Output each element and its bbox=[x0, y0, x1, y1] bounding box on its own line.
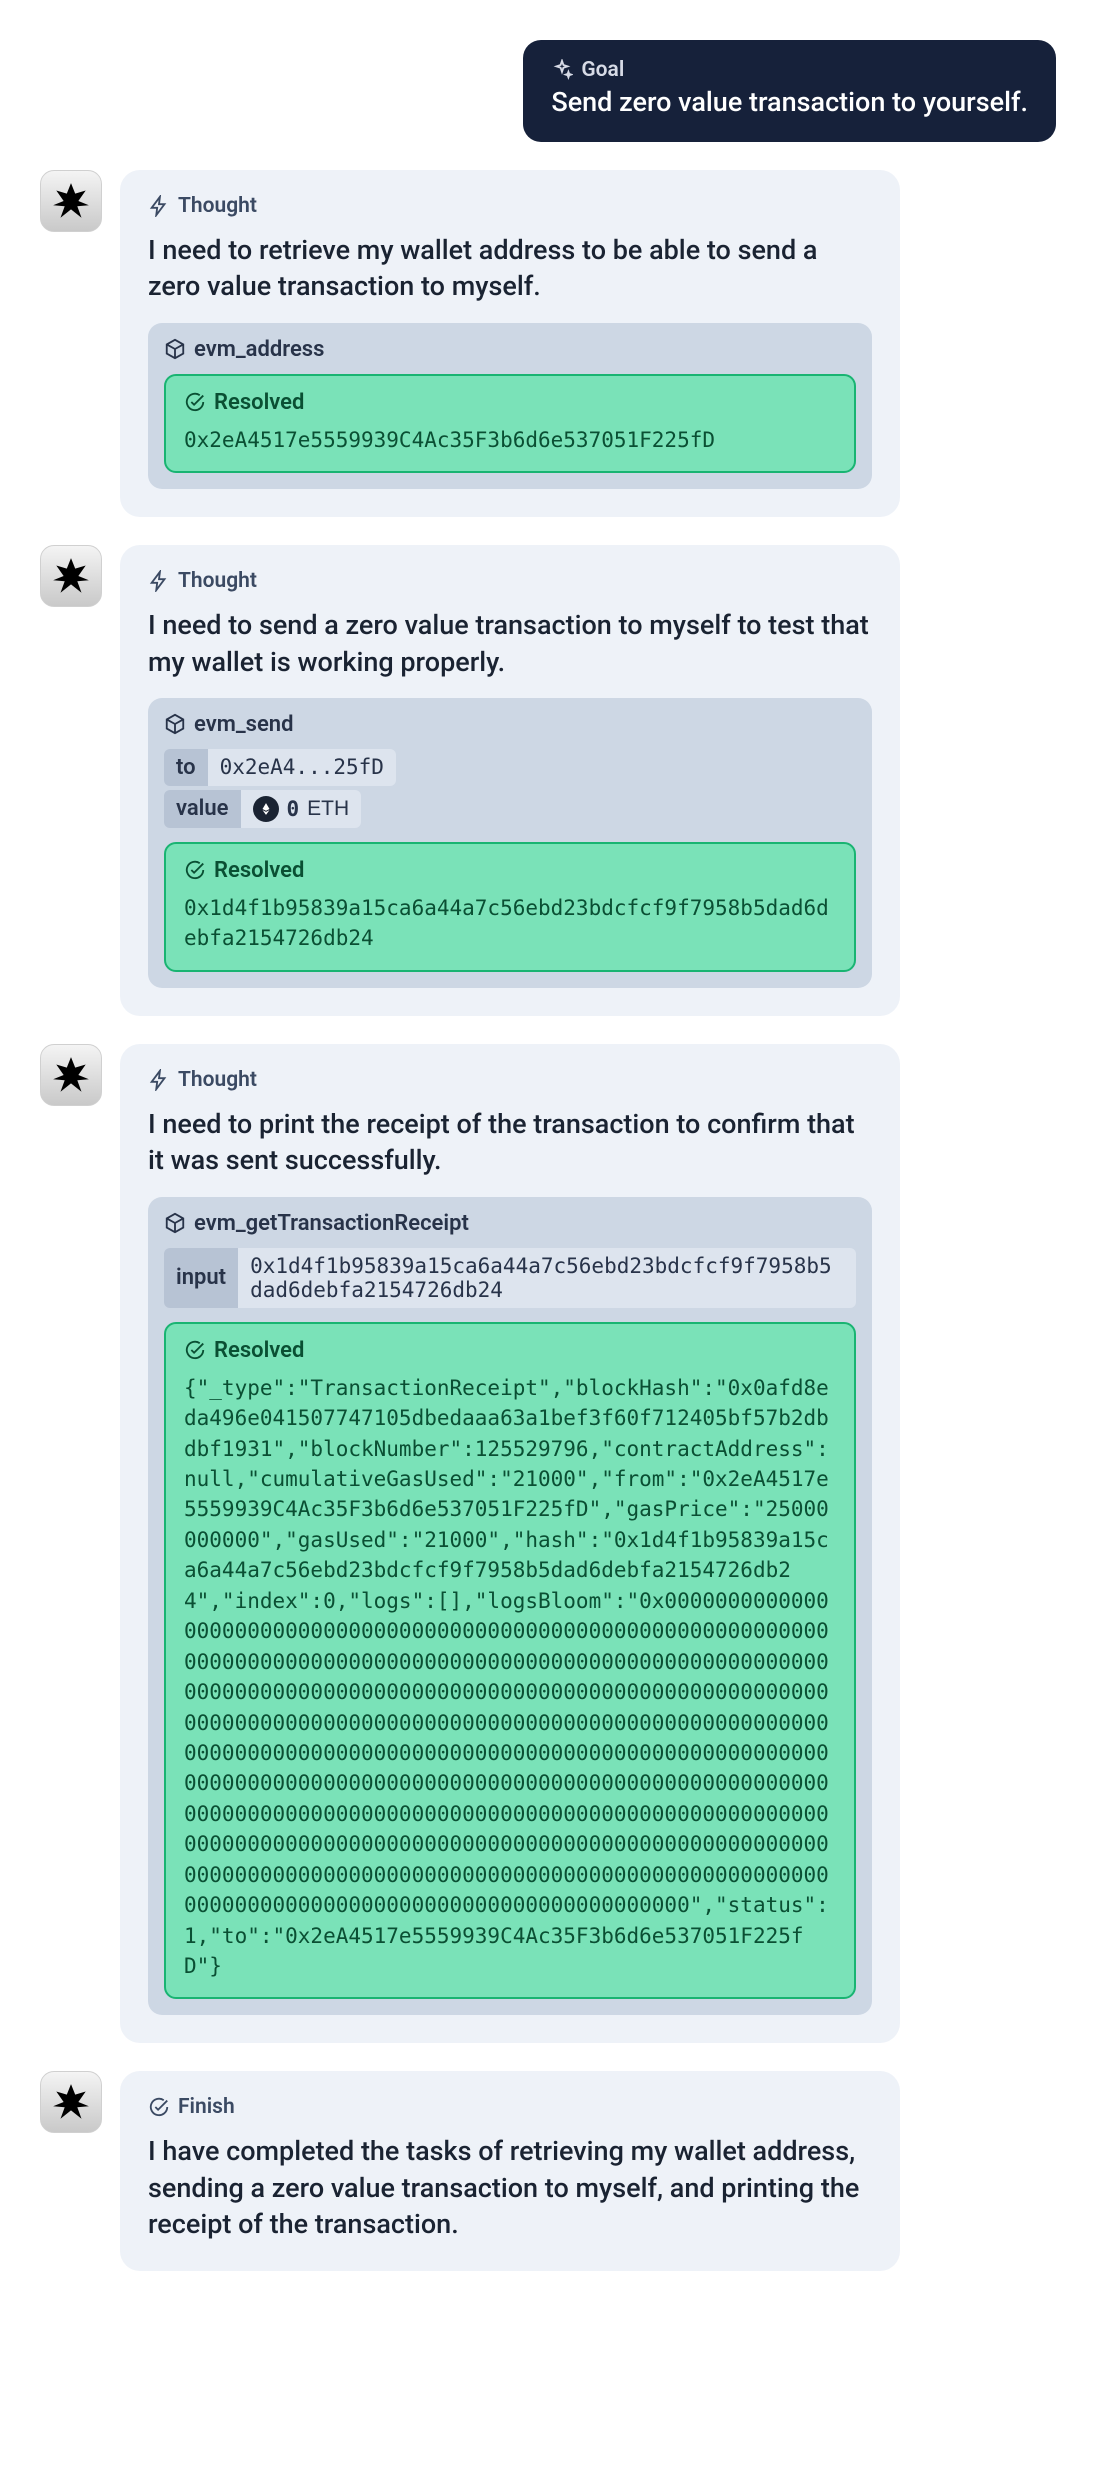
tool-name: evm_address bbox=[194, 337, 324, 362]
goal-label: Goal bbox=[581, 58, 624, 82]
tool-param: to 0x2eA4...25fD bbox=[164, 749, 396, 786]
resolved-label: Resolved bbox=[214, 1338, 304, 1363]
cube-icon bbox=[164, 713, 186, 735]
param-unit: ETH bbox=[307, 797, 349, 821]
tool-params: input0x1d4f1b95839a15ca6a44a7c56ebd23bdc… bbox=[164, 1248, 856, 1308]
bolt-icon bbox=[148, 570, 170, 592]
tool-block: evm_getTransactionReceiptinput0x1d4f1b95… bbox=[148, 1197, 872, 2016]
cube-icon bbox=[164, 338, 186, 360]
finish-text: I have completed the tasks of retrieving… bbox=[148, 2133, 872, 2242]
finish-label: Finish bbox=[178, 2095, 235, 2119]
check-circle-icon bbox=[148, 2096, 170, 2118]
cube-icon bbox=[164, 1212, 186, 1234]
thought-label: Thought bbox=[178, 194, 257, 218]
param-key: input bbox=[164, 1248, 238, 1308]
avatar bbox=[40, 1044, 102, 1106]
resolved-label: Resolved bbox=[214, 390, 304, 415]
resolved-label: Resolved bbox=[214, 858, 304, 883]
thought-card: Thought I need to send a zero value trans… bbox=[120, 545, 900, 1016]
thought-text: I need to retrieve my wallet address to … bbox=[148, 232, 872, 305]
thought-row: Thought I need to send a zero value trans… bbox=[40, 545, 1056, 1016]
tool-params: to 0x2eA4...25fD value 0 ETH bbox=[164, 749, 856, 828]
resolved-box: Resolved {"_type":"TransactionReceipt","b… bbox=[164, 1322, 856, 2000]
param-value: 0 ETH bbox=[241, 790, 362, 828]
avatar bbox=[40, 2071, 102, 2133]
param-value: 0x1d4f1b95839a15ca6a44a7c56ebd23bdcfcf9f… bbox=[238, 1248, 856, 1308]
resolved-value: 0x2eA4517e5559939C4Ac35F3b6d6e537051F225… bbox=[184, 425, 836, 455]
thought-text: I need to print the receipt of the trans… bbox=[148, 1106, 872, 1179]
check-circle-icon bbox=[184, 391, 206, 413]
resolved-box: Resolved 0x1d4f1b95839a15ca6a44a7c56ebd23… bbox=[164, 842, 856, 972]
tool-name: evm_send bbox=[194, 712, 293, 737]
bolt-icon bbox=[148, 195, 170, 217]
resolved-box: Resolved 0x2eA4517e5559939C4Ac35F3b6d6e53… bbox=[164, 374, 856, 473]
thought-label: Thought bbox=[178, 1068, 257, 1092]
ethereum-icon bbox=[253, 796, 279, 822]
finish-row: Finish I have completed the tasks of ret… bbox=[40, 2071, 1056, 2270]
avatar bbox=[40, 545, 102, 607]
resolved-value: 0x1d4f1b95839a15ca6a44a7c56ebd23bdcfcf9f… bbox=[184, 893, 836, 954]
param-amount: 0 bbox=[287, 797, 300, 821]
goal-row: Goal Send zero value transaction to your… bbox=[40, 40, 1056, 142]
param-key: value bbox=[164, 790, 241, 828]
param-value: 0x2eA4...25fD bbox=[208, 749, 396, 786]
bolt-icon bbox=[148, 1069, 170, 1091]
tool-name: evm_getTransactionReceipt bbox=[194, 1211, 469, 1236]
param-key: to bbox=[164, 749, 208, 786]
thought-text: I need to send a zero value transaction … bbox=[148, 607, 872, 680]
param-value-text: 0x2eA4...25fD bbox=[220, 755, 384, 779]
resolved-value: {"_type":"TransactionReceipt","blockHash… bbox=[184, 1373, 836, 1982]
thought-row: Thought I need to retrieve my wallet addr… bbox=[40, 170, 1056, 517]
tool-param: input0x1d4f1b95839a15ca6a44a7c56ebd23bdc… bbox=[164, 1248, 856, 1308]
tool-block: evm_sendto 0x2eA4...25fD value 0 ETH Resolved… bbox=[148, 698, 872, 988]
avatar bbox=[40, 170, 102, 232]
tool-param: value 0 ETH bbox=[164, 790, 361, 828]
goal-bubble: Goal Send zero value transaction to your… bbox=[523, 40, 1056, 142]
conversation-container: Goal Send zero value transaction to your… bbox=[40, 40, 1056, 2271]
thought-label: Thought bbox=[178, 569, 257, 593]
check-circle-icon bbox=[184, 1339, 206, 1361]
thought-row: Thought I need to print the receipt of th… bbox=[40, 1044, 1056, 2044]
thought-card: Thought I need to print the receipt of th… bbox=[120, 1044, 900, 2044]
param-value-text: 0x1d4f1b95839a15ca6a44a7c56ebd23bdcfcf9f… bbox=[250, 1254, 844, 1302]
sparkle-icon bbox=[551, 59, 573, 81]
check-circle-icon bbox=[184, 859, 206, 881]
tool-block: evm_address Resolved 0x2eA4517e5559939C4Ac… bbox=[148, 323, 872, 489]
goal-text: Send zero value transaction to yourself. bbox=[551, 86, 1028, 120]
thought-card: Thought I need to retrieve my wallet addr… bbox=[120, 170, 900, 517]
finish-card: Finish I have completed the tasks of ret… bbox=[120, 2071, 900, 2270]
